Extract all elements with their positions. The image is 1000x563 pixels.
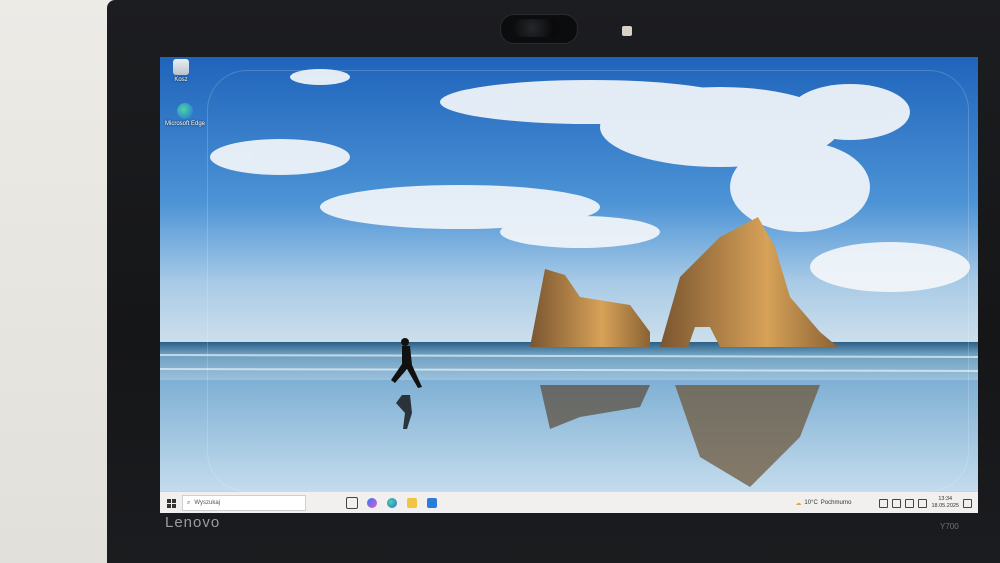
clock-date: 18.05.2025: [931, 503, 959, 509]
taskbar: ⌕ Wyszukaj ☁ 10°C Pochmurno 13:34 18.05.…: [160, 491, 978, 513]
search-box[interactable]: ⌕ Wyszukaj: [182, 495, 306, 511]
network-icon[interactable]: [905, 498, 915, 508]
recycle-bin-icon: [173, 59, 189, 75]
weather-widget[interactable]: ☁ 10°C Pochmurno: [795, 500, 851, 507]
copilot-button[interactable]: [362, 493, 382, 513]
model-label: Y700: [940, 522, 959, 531]
file-explorer-button[interactable]: [402, 493, 422, 513]
weather-condition: Pochmurno: [820, 500, 852, 506]
clock[interactable]: 13:34 18.05.2025: [931, 496, 959, 510]
store-button[interactable]: [422, 493, 442, 513]
edge-icon: [387, 498, 397, 508]
windows-logo-icon: [166, 498, 176, 508]
chevron-up-icon[interactable]: [879, 498, 889, 508]
task-view-button[interactable]: [342, 493, 362, 513]
copilot-icon: [367, 498, 377, 508]
edge-taskbar-button[interactable]: [382, 493, 402, 513]
file-explorer-icon: [407, 498, 417, 508]
battery-icon[interactable]: [892, 498, 902, 508]
desktop-icon-edge[interactable]: Microsoft Edge: [164, 103, 206, 127]
webcam-lens: [513, 19, 561, 37]
wall-background: [0, 0, 120, 563]
task-view-icon: [346, 497, 358, 509]
laptop-screen: Kosz Microsoft Edge ⌕ Wyszukaj ☁ 10°C Po…: [160, 57, 978, 513]
start-button[interactable]: [160, 492, 182, 513]
desktop-icon-recycle-bin[interactable]: Kosz: [160, 59, 202, 83]
search-icon: ⌕: [187, 499, 191, 506]
notification-icon[interactable]: [963, 498, 972, 508]
edge-icon: [177, 103, 193, 119]
webcam-indicator: [622, 26, 632, 36]
cloud-icon: ☁: [795, 500, 802, 507]
brand-logo: Lenovo: [165, 514, 221, 531]
desktop-icon-label: Kosz: [174, 77, 188, 83]
desktop-icon-label: Microsoft Edge: [164, 121, 206, 127]
search-placeholder: Wyszukaj: [194, 500, 220, 506]
store-icon: [427, 498, 437, 508]
system-tray: ☁ 10°C Pochmurno 13:34 18.05.2025: [795, 496, 978, 510]
desktop-wallpaper: [160, 57, 978, 495]
weather-temp: 10°C: [804, 500, 818, 506]
volume-icon[interactable]: [918, 498, 928, 508]
clock-time: 13:34: [938, 496, 953, 502]
